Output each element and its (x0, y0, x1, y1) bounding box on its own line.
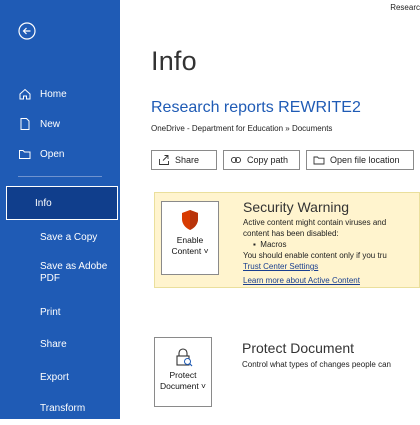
copy-path-button[interactable]: Copy path (223, 150, 300, 170)
sidebar-item-label: Save as Adobe PDF (40, 261, 108, 284)
window-title: Researc (390, 3, 420, 12)
sidebar-item-save-a-copy[interactable]: Save a Copy (0, 220, 120, 254)
enable-content-button[interactable]: Enable Content ˅ (161, 201, 219, 275)
share-label: Share (175, 155, 200, 165)
sidebar-item-new[interactable]: New (0, 107, 120, 141)
sidebar-item-label: Print (40, 306, 61, 318)
sidebar-item-export[interactable]: Export (0, 360, 120, 394)
security-warning-line2: content has been disabled: (243, 229, 339, 238)
sidebar-item-label: Share (40, 338, 67, 350)
enable-content-line2: Content ˅ (171, 246, 209, 256)
learn-more-active-content-link[interactable]: Learn more about Active Content (243, 275, 420, 286)
security-warning-text: Security Warning Active content might co… (243, 199, 420, 286)
document-path: OneDrive - Department for Education » Do… (151, 124, 333, 133)
sidebar-item-share[interactable]: Share (0, 327, 120, 361)
security-warning-line3: You should enable content only if you tr… (243, 251, 387, 260)
sidebar-item-label: Open (40, 148, 65, 160)
sidebar-item-label: New (40, 118, 61, 130)
protect-document-description: Control what types of changes people can (242, 360, 391, 369)
sidebar-item-label: Home (40, 88, 67, 100)
open-folder-icon (18, 147, 32, 161)
home-icon (18, 87, 32, 101)
sidebar-item-open[interactable]: Open (0, 137, 120, 171)
sidebar-item-save-as-adobe-pdf[interactable]: Save as Adobe PDF (0, 253, 120, 293)
sidebar-item-print[interactable]: Print (0, 295, 120, 329)
shield-warning-icon (180, 209, 200, 231)
sidebar-divider (18, 176, 102, 177)
security-warning-bullet: ▪ Macros (253, 240, 287, 249)
sidebar-item-transform[interactable]: Transform (0, 391, 120, 425)
security-warning-panel: Enable Content ˅ Security Warning Active… (154, 192, 420, 288)
new-document-icon (18, 117, 32, 131)
page-title: Info (151, 46, 197, 76)
backstage-sidebar: Home New Open Info Save a Copy Save as A… (0, 0, 120, 419)
sidebar-item-label: Transform (40, 402, 86, 414)
sidebar-item-label: Export (40, 371, 69, 383)
enable-content-line1: Enable (176, 235, 204, 245)
back-arrow-icon[interactable] (18, 22, 36, 40)
sidebar-item-label: Info (35, 197, 52, 209)
sidebar-item-info[interactable]: Info (6, 186, 118, 220)
open-file-location-label: Open file location (330, 155, 400, 165)
protect-document-line2: Document ˅ (159, 381, 207, 391)
sidebar-item-label: Save a Copy (40, 231, 98, 243)
copy-path-label: Copy path (247, 155, 289, 165)
protect-document-button[interactable]: Protect Document ˅ (154, 337, 212, 407)
sidebar-item-home[interactable]: Home (0, 77, 120, 111)
info-pane: Researc Info Research reports REWRITE2 O… (120, 0, 420, 419)
protect-document-text: Protect Document Control what types of c… (242, 340, 391, 369)
trust-center-settings-link[interactable]: Trust Center Settings (243, 261, 420, 272)
security-warning-line1: Active content might contain viruses and (243, 218, 387, 227)
lock-icon (172, 346, 194, 368)
security-warning-heading: Security Warning (243, 199, 350, 215)
protect-document-heading: Protect Document (242, 340, 355, 356)
protect-document-line1: Protect (169, 370, 197, 380)
bullet-label: Macros (260, 240, 287, 249)
folder-icon (313, 154, 325, 166)
document-title: Research reports REWRITE2 (151, 99, 361, 116)
open-file-location-button[interactable]: Open file location (306, 150, 414, 170)
share-button[interactable]: Share (151, 150, 217, 170)
share-icon (158, 154, 170, 166)
link-icon (230, 154, 242, 166)
